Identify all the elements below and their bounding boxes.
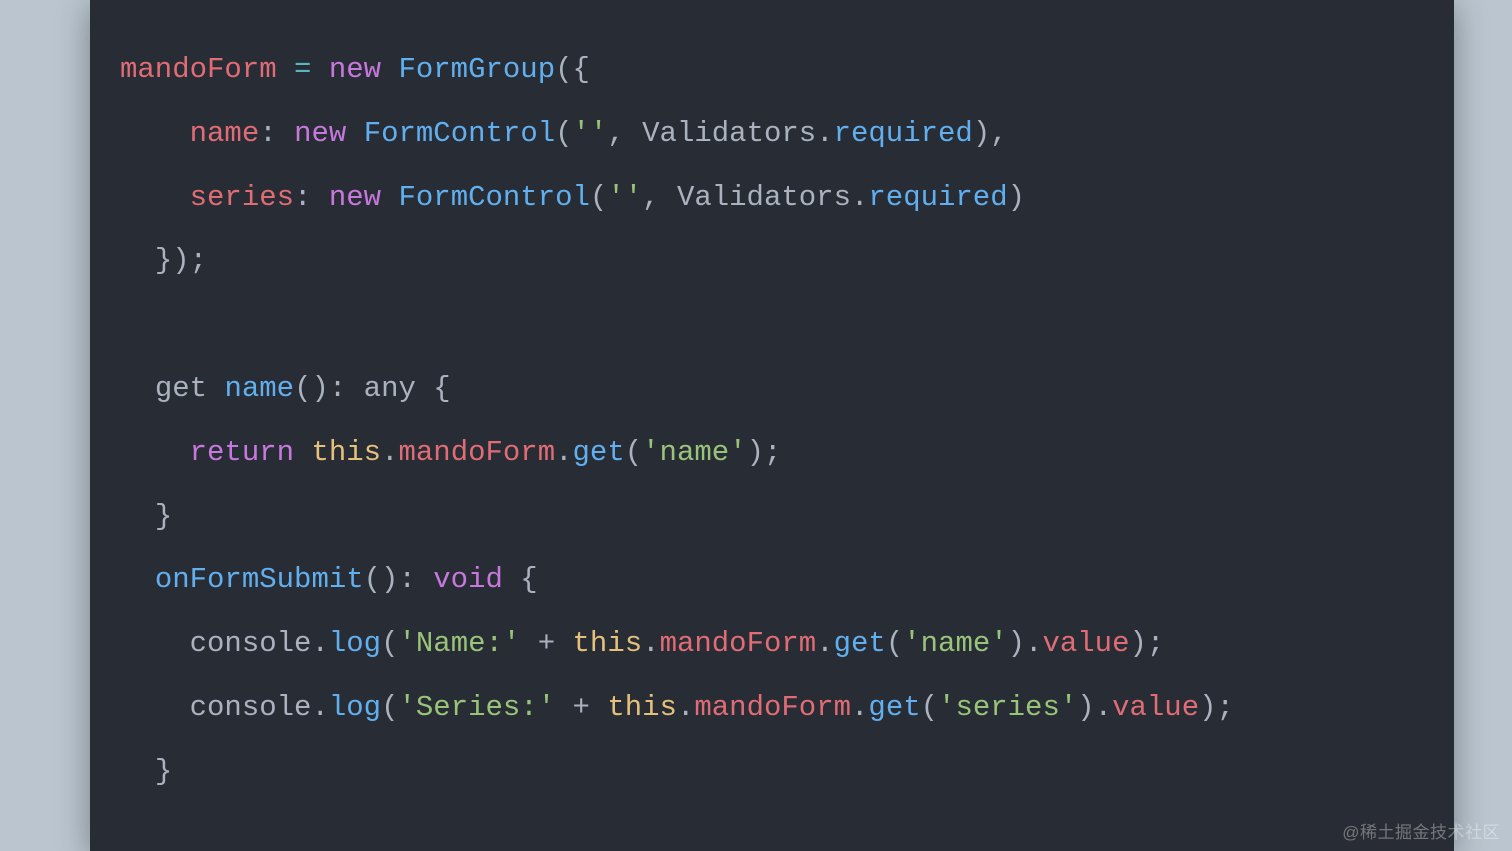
code-indent [120, 372, 155, 405]
code-token: } [155, 755, 172, 788]
code-token: } [155, 500, 172, 533]
code-token: get [573, 436, 625, 469]
code-token: : [294, 181, 329, 214]
code-token: 'series' [938, 691, 1077, 724]
code-line: }); [120, 244, 207, 277]
code-token: mandoForm [694, 691, 851, 724]
code-token: ), [973, 117, 1008, 150]
code-token: get [834, 627, 886, 660]
code-token: ( [625, 436, 642, 469]
code-token: 'Name:' [398, 627, 520, 660]
code-editor-panel: mandoForm = new FormGroup({ name: new Fo… [90, 0, 1454, 851]
code-line: name: new FormControl('', Validators.req… [120, 117, 1008, 150]
code-line: } [120, 755, 172, 788]
code-token: return [190, 436, 312, 469]
code-token: get [155, 372, 225, 405]
code-token: ). [1008, 627, 1043, 660]
code-indent [120, 436, 190, 469]
page-canvas: mandoForm = new FormGroup({ name: new Fo… [0, 0, 1512, 851]
code-indent [120, 627, 190, 660]
code-token: console. [190, 691, 329, 724]
code-token: . [851, 691, 868, 724]
code-token: 'Series:' [398, 691, 555, 724]
code-token: ); [747, 436, 782, 469]
code-token: value [1042, 627, 1129, 660]
code-token: : [259, 117, 294, 150]
code-line: get name(): any { [120, 372, 451, 405]
code-token: (): [364, 563, 434, 596]
code-token: required [834, 117, 973, 150]
code-indent [120, 755, 155, 788]
code-line: series: new FormControl('', Validators.r… [120, 181, 1025, 214]
code-token: void [433, 563, 503, 596]
code-token: console. [190, 627, 329, 660]
code-token: mandoForm [398, 436, 555, 469]
code-token: ({ [555, 53, 590, 86]
code-line: console.log('Series:' + this.mandoForm.g… [120, 691, 1234, 724]
code-token: ); [1129, 627, 1164, 660]
code-token: ( [886, 627, 903, 660]
code-token: this [573, 627, 643, 660]
code-token: FormGroup [398, 53, 555, 86]
code-token: ( [381, 627, 398, 660]
code-token: mandoForm [660, 627, 817, 660]
code-line: return this.mandoForm.get('name'); [120, 436, 781, 469]
code-token: name [190, 117, 260, 150]
code-token: onFormSubmit [155, 563, 364, 596]
code-token: new [329, 53, 399, 86]
code-token: series [190, 181, 294, 214]
code-token: '' [573, 117, 608, 150]
code-token: required [868, 181, 1007, 214]
code-indent [120, 244, 155, 277]
code-token: FormControl [398, 181, 589, 214]
code-token: 'name' [903, 627, 1007, 660]
code-token: . [642, 627, 659, 660]
code-token: log [329, 627, 381, 660]
code-token: , Validators. [607, 117, 833, 150]
code-token: this [607, 691, 677, 724]
code-token: ( [555, 117, 572, 150]
code-token: ( [921, 691, 938, 724]
code-token: . [555, 436, 572, 469]
code-token: . [381, 436, 398, 469]
code-token: mandoForm [120, 53, 294, 86]
code-token: (): any { [294, 372, 451, 405]
code-token: FormControl [364, 117, 555, 150]
code-token: new [294, 117, 364, 150]
code-token: { [503, 563, 538, 596]
code-indent [120, 563, 155, 596]
code-token: ). [1077, 691, 1112, 724]
code-token: '' [607, 181, 642, 214]
code-token: ) [1008, 181, 1025, 214]
code-token: . [816, 627, 833, 660]
code-token: this [311, 436, 381, 469]
code-line: onFormSubmit(): void { [120, 563, 538, 596]
code-token: , Validators. [642, 181, 868, 214]
code-token: 'name' [642, 436, 746, 469]
code-line: mandoForm = new FormGroup({ [120, 53, 590, 86]
code-token: }); [155, 244, 207, 277]
code-token: ( [590, 181, 607, 214]
code-token: new [329, 181, 399, 214]
code-token: + [520, 627, 572, 660]
code-indent [120, 181, 190, 214]
code-indent [120, 500, 155, 533]
code-token: value [1112, 691, 1199, 724]
code-token: ); [1199, 691, 1234, 724]
code-line: } [120, 500, 172, 533]
code-block: mandoForm = new FormGroup({ name: new Fo… [120, 38, 1424, 804]
code-token: name [224, 372, 294, 405]
code-token: ( [381, 691, 398, 724]
code-indent [120, 117, 190, 150]
code-indent [120, 691, 190, 724]
code-token: = [294, 53, 329, 86]
code-token: . [677, 691, 694, 724]
code-token: log [329, 691, 381, 724]
code-line: console.log('Name:' + this.mandoForm.get… [120, 627, 1164, 660]
code-token: get [868, 691, 920, 724]
code-token: + [555, 691, 607, 724]
